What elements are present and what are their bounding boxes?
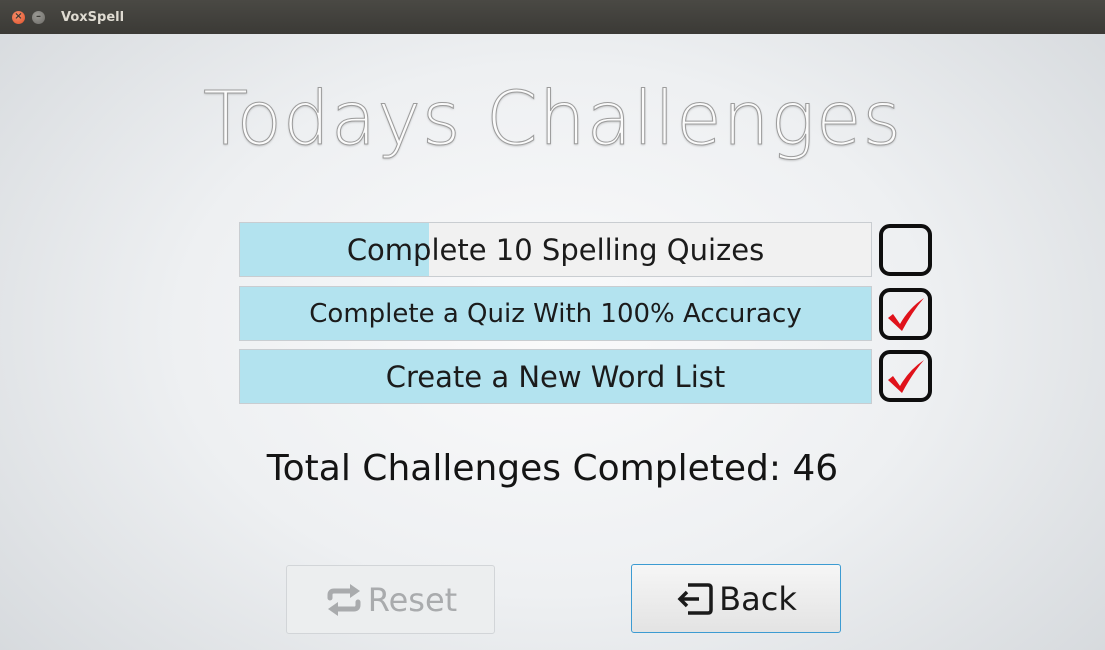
challenge-label-1: Complete 10 Spelling Quizes <box>346 232 765 267</box>
challenge-checkbox-1 <box>879 224 932 276</box>
reset-button-label: Reset <box>367 580 458 619</box>
repeat-icon <box>324 583 364 617</box>
challenge-label-3: Create a New Word List <box>385 359 726 394</box>
app-window: × – VoxSpell Todays Challenges Complete … <box>0 0 1105 650</box>
close-icon: × <box>14 11 23 22</box>
back-button-label: Back <box>719 579 797 618</box>
total-challenges-completed: Total Challenges Completed: 46 <box>266 448 839 489</box>
minimize-icon: – <box>36 11 41 22</box>
check-mark-icon <box>888 298 924 331</box>
main-content: Todays Challenges Complete 10 Spelling Q… <box>0 34 1105 650</box>
challenge-checkbox-3 <box>879 350 932 402</box>
challenge-bar-2: Complete a Quiz With 100% Accuracy <box>239 286 872 341</box>
challenge-bar-3: Create a New Word List <box>239 349 872 404</box>
window-title: VoxSpell <box>61 9 125 25</box>
challenge-bar-1: Complete 10 Spelling Quizes <box>239 222 872 277</box>
minimize-window-button[interactable]: – <box>32 10 45 24</box>
back-button[interactable]: Back <box>631 564 841 633</box>
sign-out-icon <box>675 581 715 617</box>
reset-button[interactable]: Reset <box>286 565 495 634</box>
check-mark-icon <box>888 360 924 393</box>
challenge-checkbox-2 <box>879 288 932 340</box>
title-bar: × – VoxSpell <box>0 0 1105 34</box>
close-window-button[interactable]: × <box>12 10 25 24</box>
page-title: Todays Challenges <box>202 76 903 163</box>
challenge-label-2: Complete a Quiz With 100% Accuracy <box>309 298 802 329</box>
